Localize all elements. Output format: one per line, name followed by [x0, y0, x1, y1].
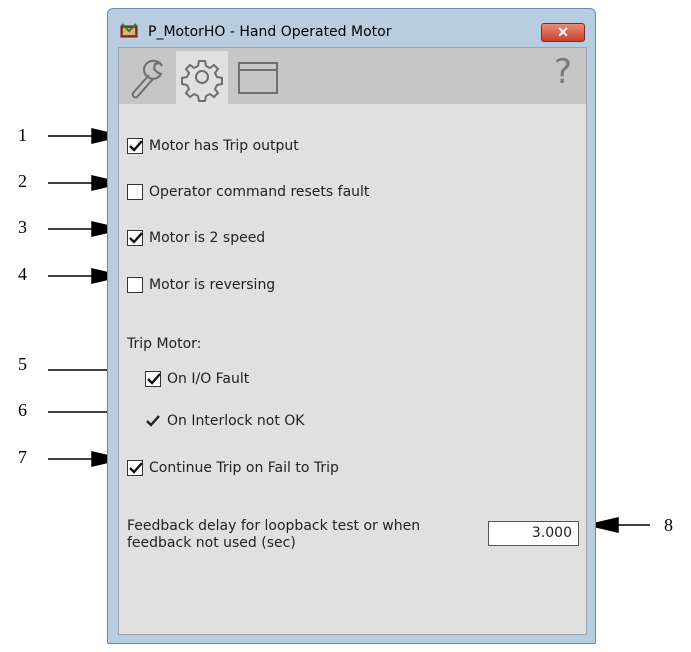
checkbox-motor-is-reversing[interactable]	[127, 277, 143, 293]
gear-icon	[181, 60, 223, 102]
option-on-interlock-not-ok: On Interlock not OK	[145, 413, 305, 429]
option-label: Motor is reversing	[149, 277, 276, 293]
callout-2: 2	[18, 171, 27, 191]
trip-motor-heading: Trip Motor:	[127, 336, 202, 352]
option-label: Motor is 2 speed	[149, 230, 266, 246]
feedback-delay-label: Feedback delay for loopback test or when…	[127, 518, 420, 552]
close-button[interactable]: ✕	[541, 23, 585, 42]
option-label: On I/O Fault	[167, 371, 250, 387]
tab-strip: ?	[119, 48, 586, 104]
feedback-label-line2: feedback not used (sec)	[127, 535, 296, 551]
window-title: P_MotorHO - Hand Operated Motor	[148, 24, 392, 40]
checkbox-on-io-fault[interactable]	[145, 371, 161, 387]
option-label: Continue Trip on Fail to Trip	[149, 460, 339, 476]
option-on-io-fault[interactable]: On I/O Fault	[145, 371, 249, 387]
title-bar: P_MotorHO - Hand Operated Motor ✕	[108, 9, 595, 43]
checkmark-icon	[129, 462, 143, 474]
option-label: Operator command resets fault	[149, 184, 370, 200]
checkbox-motor-is-2-speed[interactable]	[127, 230, 143, 246]
checkbox-continue-trip[interactable]	[127, 460, 143, 476]
callout-5: 5	[18, 354, 27, 374]
feedback-label-line1: Feedback delay for loopback test or when	[127, 518, 421, 534]
checkbox-motor-has-trip-output[interactable]	[127, 138, 143, 154]
faceplate-content: ? Motor has Trip output Operator command…	[118, 47, 587, 635]
tab-settings[interactable]	[176, 51, 228, 104]
checkmark-icon	[129, 140, 143, 152]
tab-window[interactable]	[231, 51, 283, 104]
help-button[interactable]: ?	[554, 52, 572, 92]
callout-7: 7	[18, 447, 27, 467]
option-motor-is-2-speed[interactable]: Motor is 2 speed	[127, 230, 265, 246]
callout-4: 4	[18, 264, 27, 284]
faceplate-window: P_MotorHO - Hand Operated Motor ✕ ? Moto…	[107, 8, 596, 644]
checkmark-icon	[147, 373, 161, 385]
option-motor-has-trip-output[interactable]: Motor has Trip output	[127, 138, 299, 154]
checkmark-icon	[145, 413, 161, 429]
checkbox-operator-command-resets-fault[interactable]	[127, 184, 143, 200]
option-motor-is-reversing[interactable]: Motor is reversing	[127, 277, 275, 293]
option-label: On Interlock not OK	[167, 413, 305, 429]
motor-app-icon	[120, 22, 138, 40]
callout-6: 6	[18, 400, 27, 420]
tab-maintenance[interactable]	[121, 51, 173, 104]
window-icon	[238, 62, 278, 94]
option-continue-trip-on-fail-to-trip[interactable]: Continue Trip on Fail to Trip	[127, 460, 339, 476]
callout-8: 8	[664, 515, 673, 535]
callout-3: 3	[18, 217, 27, 237]
option-operator-command-resets-fault[interactable]: Operator command resets fault	[127, 184, 369, 200]
checkmark-icon	[129, 232, 143, 244]
wrench-icon	[131, 59, 163, 99]
callout-1: 1	[18, 125, 27, 145]
option-label: Motor has Trip output	[149, 138, 299, 154]
feedback-delay-input[interactable]: 3.000	[488, 521, 579, 546]
